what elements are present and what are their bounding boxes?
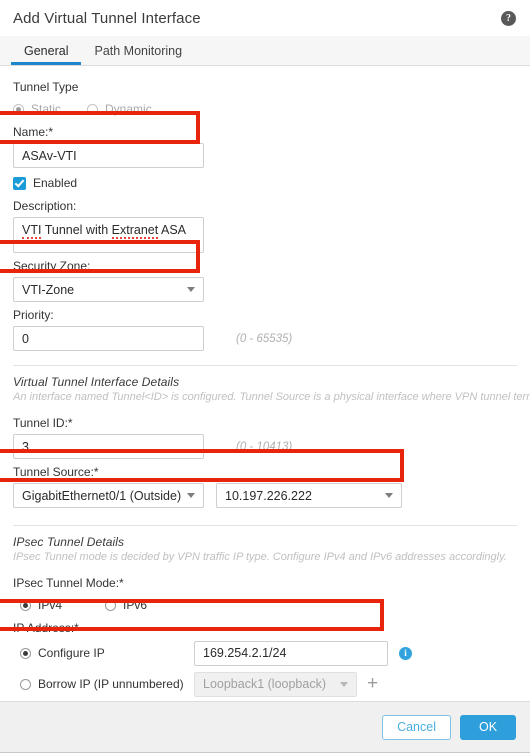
priority-range-hint: (0 - 65535): [236, 332, 293, 345]
tunnel-source-interface-value: GigabitEthernet0/1 (Outside): [22, 488, 181, 503]
radio-ipv4-icon: [20, 599, 31, 611]
priority-row: 0 (0 - 65535): [13, 326, 517, 351]
vti-details-description: An interface named Tunnel<ID> is configu…: [13, 391, 530, 403]
tunnel-id-range-hint: (0 - 10413): [236, 440, 293, 453]
security-zone-select[interactable]: VTI-Zone: [13, 277, 204, 302]
borrow-ip-loopback-value: Loopback1 (loopback): [203, 677, 326, 691]
ipsec-mode-option-ipv6[interactable]: IPv6: [105, 598, 147, 612]
tunnel-id-label: Tunnel ID:*: [13, 416, 73, 430]
tunnel-type-static-label: Static: [31, 102, 62, 116]
name-label: Name:*: [13, 125, 54, 139]
ipsec-tunnel-mode-label: IPsec Tunnel Mode:*: [13, 576, 124, 590]
name-input[interactable]: ASAv-VTI: [13, 143, 204, 168]
tab-path-monitoring-label: Path Monitoring: [94, 43, 183, 58]
tunnel-source-address-select[interactable]: 10.197.226.222: [216, 483, 402, 508]
tunnel-source-row: GigabitEthernet0/1 (Outside) 10.197.226.…: [13, 483, 517, 508]
enabled-checkbox-row[interactable]: Enabled: [13, 174, 517, 192]
tab-general-label: General: [24, 43, 69, 58]
radio-dynamic-icon: [87, 103, 99, 115]
tunnel-type-radio-group: Static Dynamic: [13, 99, 517, 119]
description-word-vti: VTI: [22, 223, 42, 239]
chevron-down-icon: [385, 493, 393, 498]
configure-ip-row: Configure IP 169.254.2.1/24 i: [13, 639, 517, 667]
ipsec-details-description: IPsec Tunnel mode is decided by VPN traf…: [13, 551, 507, 563]
chevron-down-icon: [340, 681, 348, 687]
check-icon: [13, 176, 26, 190]
configure-ip-label: Configure IP: [38, 646, 105, 660]
divider-vti-details: [13, 365, 517, 366]
tab-general[interactable]: General: [11, 36, 82, 65]
enabled-label: Enabled: [33, 176, 78, 190]
vti-details-title: Virtual Tunnel Interface Details: [13, 375, 180, 389]
tunnel-id-row: 3 (0 - 10413): [13, 434, 517, 459]
security-zone-value: VTI-Zone: [22, 282, 75, 297]
borrow-ip-option[interactable]: Borrow IP (IP unnumbered): [13, 677, 194, 691]
page-title: Add Virtual Tunnel Interface: [13, 9, 201, 27]
chevron-down-icon: [187, 493, 195, 498]
info-circle-icon[interactable]: i: [399, 646, 412, 660]
ok-button[interactable]: OK: [460, 714, 516, 740]
description-word-extranet: Extranet: [111, 223, 159, 239]
dialog-header: Add Virtual Tunnel Interface ?: [0, 0, 530, 36]
tab-path-monitoring[interactable]: Path Monitoring: [81, 36, 195, 65]
dialog-body: Tunnel Type Static Dynamic Name:* ASAv-V…: [0, 66, 530, 701]
spacer-ipsec: [13, 563, 517, 576]
divider-ipsec-details: [13, 525, 517, 526]
add-vti-dialog: Add Virtual Tunnel Interface ? General P…: [0, 0, 530, 753]
configure-ip-option[interactable]: Configure IP: [13, 646, 194, 660]
description-textarea[interactable]: VTI Tunnel with Extranet ASA: [13, 217, 204, 253]
ipsec-mode-ipv4-label: IPv4: [38, 598, 63, 612]
chevron-down-icon: [187, 287, 195, 292]
priority-label: Priority:: [13, 308, 54, 322]
ipsec-tunnel-mode-radio-group: IPv4 IPv6: [20, 595, 517, 615]
security-zone-label: Security Zone:: [13, 259, 91, 273]
spacer-vti: [13, 403, 517, 416]
tunnel-source-label: Tunnel Source:*: [13, 465, 99, 479]
plus-icon[interactable]: +: [367, 674, 378, 693]
dialog-footer: Cancel OK: [0, 701, 530, 753]
help-circle-icon[interactable]: ?: [501, 10, 516, 26]
priority-input[interactable]: 0: [13, 326, 204, 351]
description-text-end: ASA: [158, 223, 186, 237]
borrow-ip-row: Borrow IP (IP unnumbered) Loopback1 (loo…: [13, 670, 517, 698]
description-text-mid: Tunnel with: [41, 223, 112, 237]
ipsec-details-title: IPsec Tunnel Details: [13, 535, 125, 549]
tunnel-source-interface-select[interactable]: GigabitEthernet0/1 (Outside): [13, 483, 204, 508]
cancel-button[interactable]: Cancel: [382, 714, 451, 740]
tab-bar: General Path Monitoring: [0, 36, 530, 66]
tunnel-id-input[interactable]: 3: [13, 434, 204, 459]
radio-ipv6-icon: [105, 599, 117, 611]
borrow-ip-label: Borrow IP (IP unnumbered): [38, 677, 184, 691]
tunnel-source-address-value: 10.197.226.222: [225, 488, 312, 503]
borrow-ip-loopback-select[interactable]: Loopback1 (loopback): [194, 671, 357, 697]
configure-ip-input[interactable]: 169.254.2.1/24: [194, 640, 388, 666]
tunnel-type-label: Tunnel Type: [13, 80, 79, 94]
tunnel-type-option-dynamic[interactable]: Dynamic: [87, 102, 152, 116]
radio-static-icon: [13, 103, 24, 115]
radio-configure-ip-icon: [20, 647, 31, 659]
tunnel-type-dynamic-label: Dynamic: [105, 102, 152, 116]
ipsec-mode-option-ipv4[interactable]: IPv4: [20, 598, 62, 612]
ip-address-label: IP Address:*: [13, 621, 79, 635]
description-label: Description:: [13, 199, 77, 213]
radio-borrow-ip-icon: [20, 678, 31, 690]
ipsec-mode-ipv6-label: IPv6: [123, 598, 148, 612]
tunnel-type-option-static[interactable]: Static: [13, 102, 61, 116]
